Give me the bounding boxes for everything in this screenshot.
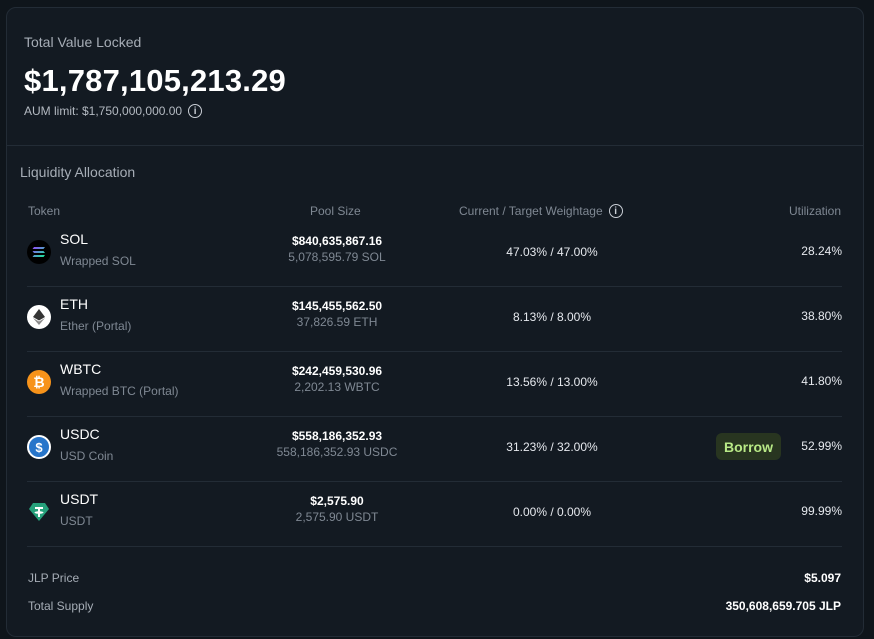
pool-size: $145,455,562.50 37,826.59 ETH bbox=[227, 299, 447, 329]
utilization: 38.80% bbox=[801, 309, 842, 323]
info-icon[interactable]: i bbox=[188, 104, 203, 118]
pool-size: $840,635,867.16 5,078,595.79 SOL bbox=[227, 234, 447, 264]
utilization: 41.80% bbox=[801, 374, 842, 388]
utilization: 28.24% bbox=[801, 244, 842, 258]
token-name: Wrapped SOL bbox=[60, 254, 136, 268]
pool-amount: 37,826.59 ETH bbox=[296, 315, 378, 329]
table-row-usdc[interactable]: $ USDC USD Coin $558,186,352.93 558,186,… bbox=[27, 417, 842, 482]
pool-amount: 5,078,595.79 SOL bbox=[288, 250, 386, 264]
usdt-icon bbox=[27, 500, 51, 524]
jlp-price-label: JLP Price bbox=[28, 571, 80, 585]
divider bbox=[7, 145, 863, 146]
table-row-usdt[interactable]: USDT USDT $2,575.90 2,575.90 USDT 0.00% … bbox=[27, 482, 842, 547]
token-symbol: SOL bbox=[60, 231, 89, 247]
sol-icon bbox=[27, 240, 51, 264]
aum-limit-text: AUM limit: $1,750,000,000.00 bbox=[24, 104, 183, 118]
aum-limit: AUM limit: $1,750,000,000.00 i bbox=[24, 104, 203, 118]
token-symbol: ETH bbox=[60, 296, 88, 312]
table-row-wbtc[interactable]: ₿ WBTC Wrapped BTC (Portal) $242,459,530… bbox=[27, 352, 842, 417]
weightage: 0.00% / 0.00% bbox=[512, 505, 592, 519]
token-name: Wrapped BTC (Portal) bbox=[60, 384, 179, 398]
pool-usd: $558,186,352.93 bbox=[291, 429, 383, 443]
pool-amount: 558,186,352.93 USDC bbox=[276, 445, 398, 459]
usdc-icon: $ bbox=[27, 435, 51, 459]
btc-icon: ₿ bbox=[27, 370, 51, 394]
token-name: USDT bbox=[60, 514, 93, 528]
weightage: 8.13% / 8.00% bbox=[512, 310, 592, 324]
table-row-eth[interactable]: ETH Ether (Portal) $145,455,562.50 37,82… bbox=[27, 287, 842, 352]
tvl-card: Total Value Locked $1,787,105,213.29 AUM… bbox=[6, 7, 864, 637]
pool-usd: $2,575.90 bbox=[310, 494, 364, 508]
token-symbol: USDC bbox=[60, 426, 100, 442]
borrow-button[interactable]: Borrow bbox=[716, 433, 781, 460]
total-supply-label: Total Supply bbox=[28, 599, 94, 613]
header-utilization: Utilization bbox=[788, 204, 841, 218]
jlp-price-value: $5.097 bbox=[804, 571, 841, 585]
token-symbol: WBTC bbox=[60, 361, 102, 377]
token-name: USD Coin bbox=[60, 449, 114, 463]
info-icon[interactable]: i bbox=[608, 204, 623, 218]
pool-usd: $242,459,530.96 bbox=[291, 364, 383, 378]
pool-size: $2,575.90 2,575.90 USDT bbox=[227, 494, 447, 524]
pool-usd: $145,455,562.50 bbox=[291, 299, 383, 313]
token-symbol: USDT bbox=[60, 491, 99, 507]
header-token: Token bbox=[28, 204, 61, 218]
weightage: 13.56% / 13.00% bbox=[506, 375, 598, 389]
header-pool-size: Pool Size bbox=[310, 204, 361, 218]
pool-amount: 2,575.90 USDT bbox=[295, 510, 379, 524]
header-weightage: Current / Target Weightage i bbox=[459, 204, 623, 218]
liquidity-allocation-title: Liquidity Allocation bbox=[20, 164, 136, 180]
weightage: 31.23% / 32.00% bbox=[506, 440, 598, 454]
token-name: Ether (Portal) bbox=[60, 319, 132, 333]
header-weightage-label: Current / Target Weightage bbox=[459, 204, 603, 218]
utilization: 52.99% bbox=[801, 439, 842, 453]
weightage: 47.03% / 47.00% bbox=[506, 245, 598, 259]
utilization: 99.99% bbox=[801, 504, 842, 518]
tvl-label: Total Value Locked bbox=[24, 34, 142, 50]
eth-icon bbox=[27, 305, 51, 329]
total-supply-value: 350,608,659.705 JLP bbox=[725, 599, 841, 613]
tvl-value: $1,787,105,213.29 bbox=[24, 63, 286, 98]
pool-size: $242,459,530.96 2,202.13 WBTC bbox=[227, 364, 447, 394]
pool-usd: $840,635,867.16 bbox=[291, 234, 383, 248]
pool-amount: 2,202.13 WBTC bbox=[294, 380, 380, 394]
pool-size: $558,186,352.93 558,186,352.93 USDC bbox=[227, 429, 447, 459]
table-row-sol[interactable]: SOL Wrapped SOL $840,635,867.16 5,078,59… bbox=[27, 222, 842, 287]
